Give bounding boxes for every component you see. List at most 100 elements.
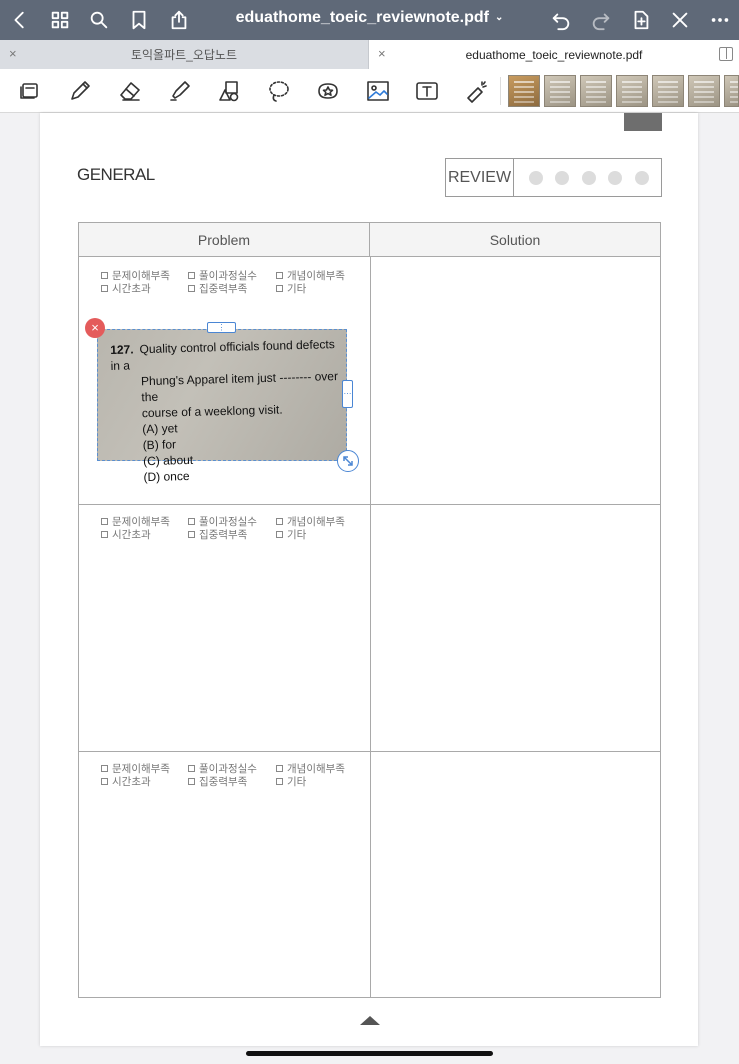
more-icon[interactable] — [706, 6, 734, 34]
page-view-icon[interactable] — [15, 77, 45, 105]
undo-icon[interactable] — [547, 6, 575, 34]
checkbox — [101, 285, 108, 292]
page-thumbnail[interactable] — [724, 75, 739, 107]
tab-close-icon[interactable]: × — [9, 46, 17, 61]
problem-column-header: Problem — [79, 223, 370, 257]
review-box: REVIEW — [445, 158, 662, 197]
checkbox-label: 집중력부족 — [199, 283, 248, 295]
back-icon[interactable] — [6, 6, 34, 34]
tab-review-note[interactable]: × 토익올파트_오답노트 — [0, 40, 369, 69]
tool-bar — [0, 69, 739, 113]
checkbox — [188, 272, 195, 279]
checkbox — [276, 531, 283, 538]
document-title[interactable]: eduathome_toeic_reviewnote.pdf ⌄ — [236, 9, 504, 26]
column-divider — [370, 257, 371, 997]
checkbox-other[interactable]: 기타 — [276, 774, 306, 789]
row-divider — [79, 504, 660, 505]
home-indicator[interactable] — [246, 1051, 493, 1056]
checkbox — [276, 778, 283, 785]
page-thumbnail[interactable] — [508, 75, 540, 107]
inserted-question-photo[interactable]: 127. Quality control officials found defe… — [97, 329, 347, 484]
review-label: REVIEW — [446, 159, 514, 196]
checkbox-label: 시간초과 — [112, 776, 151, 788]
checkbox — [188, 765, 195, 772]
share-icon[interactable] — [165, 6, 193, 34]
row-divider — [79, 751, 660, 752]
checkbox-other[interactable]: 기타 — [276, 527, 306, 542]
checkbox — [188, 285, 195, 292]
review-dot[interactable] — [529, 171, 543, 185]
document-title-text: eduathome_toeic_reviewnote.pdf — [235, 9, 489, 26]
highlighter-icon[interactable] — [165, 77, 195, 105]
tab-strip: × 토익올파트_오답노트 × eduathome_toeic_reviewnot… — [0, 40, 739, 69]
page-thumbnail[interactable] — [580, 75, 612, 107]
checkbox — [276, 518, 283, 525]
delete-icon[interactable]: × — [85, 318, 105, 338]
checkbox-label: 집중력부족 — [199, 776, 248, 788]
scroll-up-icon[interactable] — [358, 1011, 382, 1029]
review-dot[interactable] — [582, 171, 596, 185]
checkbox-time-over[interactable]: 시간초과 — [101, 281, 151, 296]
split-view-icon[interactable] — [719, 47, 733, 61]
grid-icon[interactable] — [46, 6, 74, 34]
checkbox — [188, 531, 195, 538]
search-icon[interactable] — [85, 6, 113, 34]
text-icon[interactable] — [412, 77, 442, 105]
checkbox — [101, 272, 108, 279]
question-line: Phung's Apparel item just -------- over … — [140, 369, 339, 405]
tab-label: 토익올파트_오답노트 — [130, 48, 238, 62]
pen-icon[interactable] — [65, 77, 95, 105]
tab-reviewnote-pdf[interactable]: × eduathome_toeic_reviewnote.pdf — [369, 40, 739, 69]
add-page-icon[interactable] — [627, 6, 655, 34]
checkbox — [101, 518, 108, 525]
checkbox — [101, 765, 108, 772]
review-dot[interactable] — [635, 171, 649, 185]
checkbox — [101, 778, 108, 785]
checkbox-other[interactable]: 기타 — [276, 281, 306, 296]
page-thumbnail[interactable] — [544, 75, 576, 107]
lasso-icon[interactable] — [264, 77, 294, 105]
page-thumbnail[interactable] — [652, 75, 684, 107]
checkbox-label: 집중력부족 — [199, 529, 248, 541]
shape-icon[interactable] — [214, 77, 244, 105]
top-navigation-bar: eduathome_toeic_reviewnote.pdf ⌄ — [0, 0, 739, 40]
review-dot[interactable] — [555, 171, 569, 185]
section-title: GENERAL — [77, 165, 155, 184]
bookmark-icon[interactable] — [125, 6, 153, 34]
review-dot[interactable] — [608, 171, 622, 185]
checkbox — [188, 778, 195, 785]
tab-close-icon[interactable]: × — [378, 46, 386, 61]
document-page[interactable]: GENERAL REVIEW Problem Solution 문제이해부족 풀… — [40, 113, 698, 1046]
tab-label: eduathome_toeic_reviewnote.pdf — [465, 47, 643, 62]
page-thumbnail[interactable] — [688, 75, 720, 107]
checkbox — [276, 765, 283, 772]
redo-icon[interactable] — [587, 6, 615, 34]
image-icon[interactable] — [363, 77, 393, 105]
checkbox — [188, 518, 195, 525]
checkbox-focus-lack[interactable]: 집중력부족 — [188, 527, 247, 542]
close-icon[interactable] — [666, 6, 694, 34]
checkbox-focus-lack[interactable]: 집중력부족 — [188, 774, 247, 789]
checkbox-focus-lack[interactable]: 집중력부족 — [188, 281, 247, 296]
question-line: Quality control officials found defects … — [110, 337, 335, 373]
checkbox-label: 시간초과 — [112, 529, 151, 541]
checkbox-time-over[interactable]: 시간초과 — [101, 774, 151, 789]
eraser-icon[interactable] — [115, 77, 145, 105]
checkbox — [276, 272, 283, 279]
checkbox-time-over[interactable]: 시간초과 — [101, 527, 151, 542]
page-header-tab — [624, 113, 662, 131]
resize-handle-right[interactable]: ⋯ — [342, 380, 353, 408]
rotate-resize-icon[interactable] — [337, 450, 359, 472]
page-thumbnail[interactable] — [616, 75, 648, 107]
solution-column-header: Solution — [370, 223, 660, 257]
checkbox — [276, 285, 283, 292]
chevron-down-icon: ⌄ — [495, 12, 504, 23]
laser-pointer-icon[interactable] — [462, 77, 492, 105]
question-text: 127. Quality control officials found defe… — [110, 336, 350, 486]
checkbox — [101, 531, 108, 538]
checkbox-label: 기타 — [287, 529, 307, 541]
sticker-icon[interactable] — [313, 77, 343, 105]
toolbar-separator — [500, 77, 501, 105]
resize-handle-top[interactable]: ⋮ — [207, 322, 236, 333]
checkbox-label: 기타 — [287, 283, 307, 295]
